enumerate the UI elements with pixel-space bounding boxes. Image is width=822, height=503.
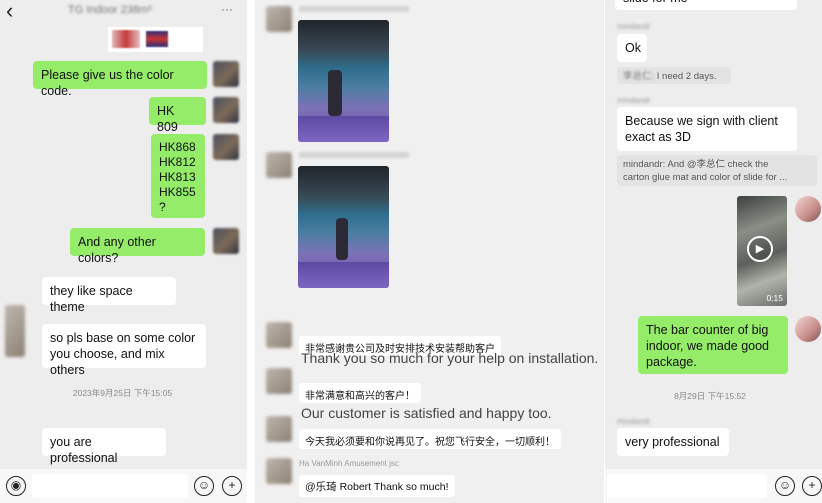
message-bubble[interactable]: Because we sign with client exact as 3D xyxy=(617,107,797,151)
play-icon[interactable]: ▶ xyxy=(747,236,773,262)
translation-text: Thank you so much for your help on insta… xyxy=(301,350,599,366)
input-bar: ◉ ☺ + xyxy=(0,469,247,503)
image-thumbnail[interactable] xyxy=(108,27,203,52)
voice-icon[interactable]: ◉ xyxy=(6,476,26,496)
chat-panel-left: ‹ TG Indoor 238m² ··· Please give us the… xyxy=(0,0,247,503)
message-bubble[interactable]: And any other colors? xyxy=(70,228,205,265)
message-bubble[interactable]: The bar counter of big indoor, we made g… xyxy=(638,316,788,374)
avatar[interactable] xyxy=(213,61,239,87)
photo-message[interactable] xyxy=(298,20,389,142)
chat-title: TG Indoor 238m² xyxy=(68,4,152,16)
message-bubble[interactable]: @乐琦 Robert Thank so much! xyxy=(299,475,455,497)
more-icon[interactable]: ··· xyxy=(221,2,233,16)
sender-name xyxy=(299,152,409,158)
emoji-icon[interactable]: ☺ xyxy=(194,476,214,496)
message-bubble[interactable]: they like space theme xyxy=(42,277,176,314)
timestamp: 2023年9月25日 下午15:05 xyxy=(72,388,173,398)
avatar[interactable] xyxy=(213,97,239,123)
sender-name: mindandr xyxy=(617,96,651,105)
avatar[interactable] xyxy=(266,368,292,394)
sender-name: mindandr xyxy=(617,417,651,426)
avatar[interactable] xyxy=(266,416,292,442)
quoted-message[interactable]: 李总仁: I need 2 days. xyxy=(617,67,731,84)
message-bubble[interactable]: HK 809 xyxy=(149,97,206,134)
message-bubble[interactable]: Ok xyxy=(617,34,647,62)
timestamp: 8月29日 下午15:52 xyxy=(674,391,746,401)
chat-panel-middle: 非常感谢贵公司及时安排技术安装帮助客户 Thank you so much fo… xyxy=(255,0,604,503)
avatar[interactable] xyxy=(266,152,292,178)
message-bubble[interactable]: so pls base on some color you choose, an… xyxy=(42,324,206,377)
quote-author: 李总仁: xyxy=(623,71,655,82)
message-input[interactable] xyxy=(32,474,188,498)
translation-text: Our customer is satisfied and happy too. xyxy=(301,405,552,421)
quote-text: I need 2 days. xyxy=(656,71,717,82)
chat-panel-right: slide for me mindandr Ok 李总仁: I need 2 d… xyxy=(605,0,822,503)
add-icon[interactable]: + xyxy=(222,476,242,496)
emoji-icon[interactable]: ☺ xyxy=(775,476,795,496)
sender-name: Ha VanMinh Amusement jsc xyxy=(299,459,399,468)
add-icon[interactable]: + xyxy=(802,476,822,496)
message-bubble[interactable]: very professional xyxy=(617,428,729,456)
avatar[interactable] xyxy=(795,196,821,222)
avatar[interactable] xyxy=(266,458,292,484)
message-bubble[interactable]: you are professional xyxy=(42,428,166,465)
sender-name xyxy=(299,6,409,12)
back-icon[interactable]: ‹ xyxy=(6,0,13,24)
avatar[interactable] xyxy=(266,322,292,348)
sender-name: mindandr xyxy=(617,22,651,31)
photo-message[interactable] xyxy=(298,166,389,288)
avatar[interactable] xyxy=(5,305,25,357)
quoted-message[interactable]: mindandr: And @李总仁 check the carton glue… xyxy=(617,155,817,186)
avatar[interactable] xyxy=(213,134,239,160)
avatar[interactable] xyxy=(266,6,292,32)
video-duration: 0:15 xyxy=(766,293,783,303)
video-message[interactable]: ▶ 0:15 xyxy=(737,196,787,306)
message-bubble[interactable]: 今天我必须要和你说再见了。祝您飞行安全，一切顺利！ xyxy=(299,429,561,449)
message-bubble[interactable]: Please give us the color code. xyxy=(33,61,207,98)
message-bubble[interactable]: slide for me xyxy=(615,0,797,10)
input-bar: ☺ + xyxy=(605,469,822,503)
message-bubble[interactable]: 非常满意和高兴的客户！ xyxy=(299,383,421,403)
message-input[interactable] xyxy=(607,474,767,498)
message-bubble[interactable]: HK868 HK812 HK813 HK855 ? xyxy=(151,134,205,218)
avatar[interactable] xyxy=(213,228,239,254)
avatar[interactable] xyxy=(795,316,821,342)
